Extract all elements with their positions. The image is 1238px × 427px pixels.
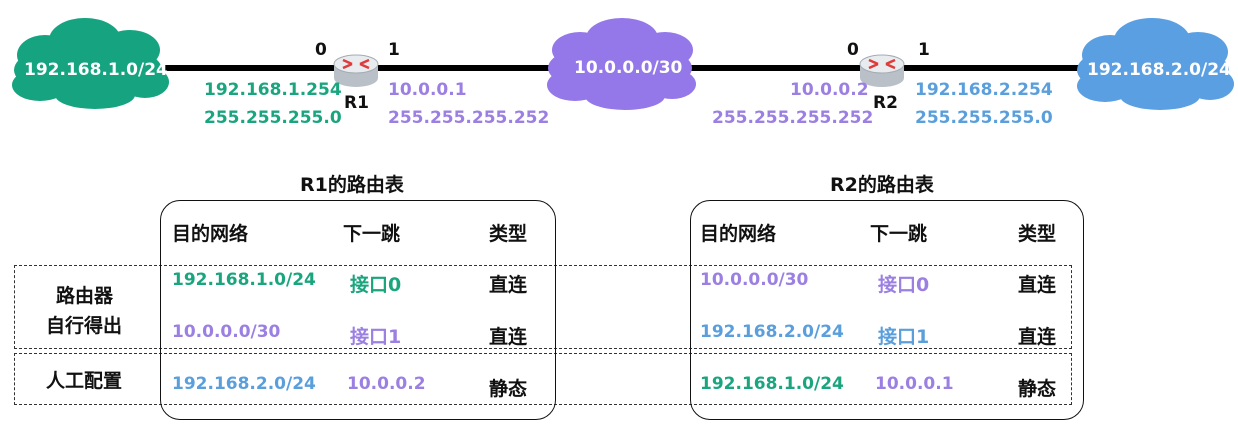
- r2-row3-type: 静态: [1018, 378, 1057, 400]
- r1-if0-mask: 255.255.255.0: [204, 108, 342, 128]
- r1-row3-dest: 192.168.2.0/24: [172, 374, 316, 394]
- r2-if0-mask: 255.255.255.252: [712, 108, 874, 128]
- net1-label: 192.168.1.0/24: [24, 60, 168, 80]
- r1-row1-type: 直连: [489, 274, 528, 296]
- r2-header-type: 类型: [1018, 223, 1057, 245]
- auto-row-label-line1: 路由器: [56, 285, 114, 307]
- r1-port0-label: 0: [315, 40, 327, 60]
- r1-header-nexthop: 下一跳: [343, 223, 401, 245]
- auto-row-label-line2: 自行得出: [46, 315, 123, 337]
- r2-row1-nexthop: 接口0: [878, 274, 930, 296]
- r2-row3-dest: 192.168.1.0/24: [700, 374, 844, 394]
- r2-if0-ip: 10.0.0.2: [790, 80, 869, 100]
- r1-row2-nexthop: 接口1: [350, 326, 402, 348]
- r1-name-label: R1: [344, 93, 369, 113]
- r2-table-title: R2的路由表: [830, 174, 934, 196]
- r1-table-title: R1的路由表: [300, 174, 404, 196]
- r2-row2-type: 直连: [1018, 326, 1057, 348]
- r1-row3-nexthop: 10.0.0.2: [347, 374, 426, 394]
- net2-label: 10.0.0.0/30: [574, 58, 683, 78]
- net3-label: 192.168.2.0/24: [1087, 60, 1231, 80]
- r2-row2-dest: 192.168.2.0/24: [700, 322, 844, 342]
- r1-if0-ip: 192.168.1.254: [204, 80, 342, 100]
- r2-row3-nexthop: 10.0.0.1: [875, 374, 954, 394]
- r1-row3-type: 静态: [489, 378, 528, 400]
- r2-name-label: R2: [873, 93, 898, 113]
- r1-if1-ip: 10.0.0.1: [388, 80, 467, 100]
- r2-header-dest: 目的网络: [700, 223, 777, 245]
- r2-row1-type: 直连: [1018, 274, 1057, 296]
- r1-if1-mask: 255.255.255.252: [388, 108, 550, 128]
- manual-row-label: 人工配置: [46, 370, 123, 392]
- r2-row1-dest: 10.0.0.0/30: [700, 270, 809, 290]
- r1-row2-dest: 10.0.0.0/30: [172, 322, 281, 342]
- r2-port0-label: 0: [847, 40, 859, 60]
- r1-header-dest: 目的网络: [172, 223, 249, 245]
- r1-port1-label: 1: [388, 40, 400, 60]
- r2-if1-ip: 192.168.2.254: [915, 80, 1053, 100]
- r2-row2-nexthop: 接口1: [878, 326, 930, 348]
- r1-row1-dest: 192.168.1.0/24: [172, 270, 316, 290]
- r2-if1-mask: 255.255.255.0: [915, 108, 1053, 128]
- r1-row2-type: 直连: [489, 326, 528, 348]
- r1-row1-nexthop: 接口0: [350, 274, 402, 296]
- r2-port1-label: 1: [918, 40, 930, 60]
- r1-header-type: 类型: [489, 223, 528, 245]
- r2-header-nexthop: 下一跳: [870, 223, 928, 245]
